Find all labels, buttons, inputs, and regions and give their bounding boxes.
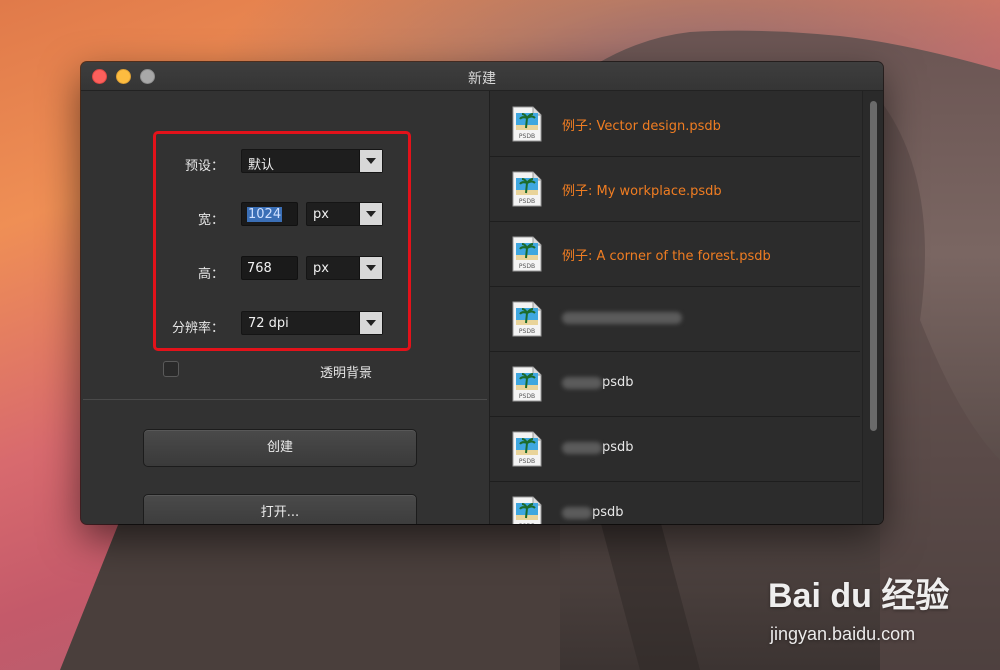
width-value: 1024 [247, 207, 283, 222]
file-extension: psdb [602, 375, 634, 390]
height-label: 高： [197, 267, 224, 282]
file-icon-label: PSDB [519, 198, 535, 205]
create-button[interactable]: 创建 [143, 429, 417, 467]
psdb-file-icon: PSDB [512, 496, 542, 524]
recent-file-name: 例子: My workplace.psdb [562, 184, 722, 199]
recent-file-item[interactable]: PSDB psdb [490, 481, 860, 524]
divider [83, 399, 487, 400]
recent-file-item[interactable]: PSDB psdb [490, 351, 860, 417]
redacted-text [562, 311, 682, 324]
file-icon-label: PSDB [519, 523, 535, 524]
file-icon-label: PSDB [519, 263, 535, 270]
recent-file-item[interactable]: PSDB 例子: A corner of the forest.psdb [490, 221, 860, 287]
file-icon-label: PSDB [519, 393, 535, 400]
recent-file-name: 例子: Vector design.psdb [562, 119, 721, 134]
height-unit-dropdown[interactable]: px [306, 256, 383, 280]
preset-dropdown[interactable]: 默认 [241, 149, 383, 173]
baidu-jingyan-watermark-logo: Bai du 经验 [768, 577, 950, 615]
recent-file-name: 例子: A corner of the forest.psdb [562, 249, 771, 264]
open-button[interactable]: 打开... [143, 494, 417, 524]
psdb-file-icon: PSDB [512, 236, 542, 272]
width-unit-dropdown[interactable]: px [306, 202, 383, 226]
width-label: 宽： [197, 213, 224, 228]
recent-file-item[interactable]: PSDB [490, 286, 860, 352]
redacted-text [562, 441, 602, 454]
recent-file-name: psdb [562, 505, 624, 520]
width-unit-value: px [313, 207, 329, 222]
window-title: 新建 [468, 71, 496, 87]
file-extension: psdb [602, 440, 634, 455]
resolution-value: 72 dpi [248, 316, 289, 331]
recent-file-name: psdb [562, 375, 634, 390]
recent-file-name: psdb [562, 440, 634, 455]
title-bar: 新建 [81, 62, 883, 91]
resolution-label: 分辨率： [171, 321, 224, 336]
scrollbar-thumb[interactable] [870, 101, 877, 431]
recent-file-item[interactable]: PSDB 例子: My workplace.psdb [490, 156, 860, 222]
chevron-down-icon [359, 150, 382, 172]
psdb-file-icon: PSDB [512, 431, 542, 467]
preset-value: 默认 [248, 158, 275, 173]
psdb-file-icon: PSDB [512, 366, 542, 402]
height-value: 768 [247, 261, 272, 276]
height-input[interactable]: 768 [241, 256, 298, 280]
new-document-settings-pane: 预设： 默认 宽： 1024 px 高： 768 px 分辨率： 72 dpi … [81, 91, 489, 524]
redacted-text [562, 506, 592, 519]
file-icon-label: PSDB [519, 133, 535, 140]
redacted-text [562, 376, 602, 389]
psdb-file-icon: PSDB [512, 106, 542, 142]
chevron-down-icon [359, 312, 382, 334]
watermark-url: jingyan.baidu.com [770, 624, 916, 644]
scrollbar[interactable] [862, 91, 883, 524]
transparent-background-checkbox[interactable] [163, 361, 179, 377]
file-extension: psdb [592, 505, 624, 520]
psdb-file-icon: PSDB [512, 171, 542, 207]
recent-file-item[interactable]: PSDB psdb [490, 416, 860, 482]
chevron-down-icon [359, 257, 382, 279]
width-input[interactable]: 1024 [241, 202, 298, 226]
transparent-background-label: 透明背景 [320, 366, 373, 381]
recent-file-item[interactable]: PSDB 例子: Vector design.psdb [490, 91, 860, 157]
psdb-file-icon: PSDB [512, 301, 542, 337]
preset-label: 预设： [184, 159, 224, 174]
chevron-down-icon [359, 203, 382, 225]
recent-files-list: PSDB 例子: Vector design.psdb PSDB 例子: My wor… [490, 91, 883, 524]
file-icon-label: PSDB [519, 328, 535, 335]
file-icon-label: PSDB [519, 458, 535, 465]
height-unit-value: px [313, 261, 329, 276]
recent-file-name [562, 310, 682, 325]
new-document-dialog: 新建 预设： 默认 宽： 1024 px 高： 768 px 分辨率： 72 d… [81, 62, 883, 524]
resolution-dropdown[interactable]: 72 dpi [241, 311, 383, 335]
